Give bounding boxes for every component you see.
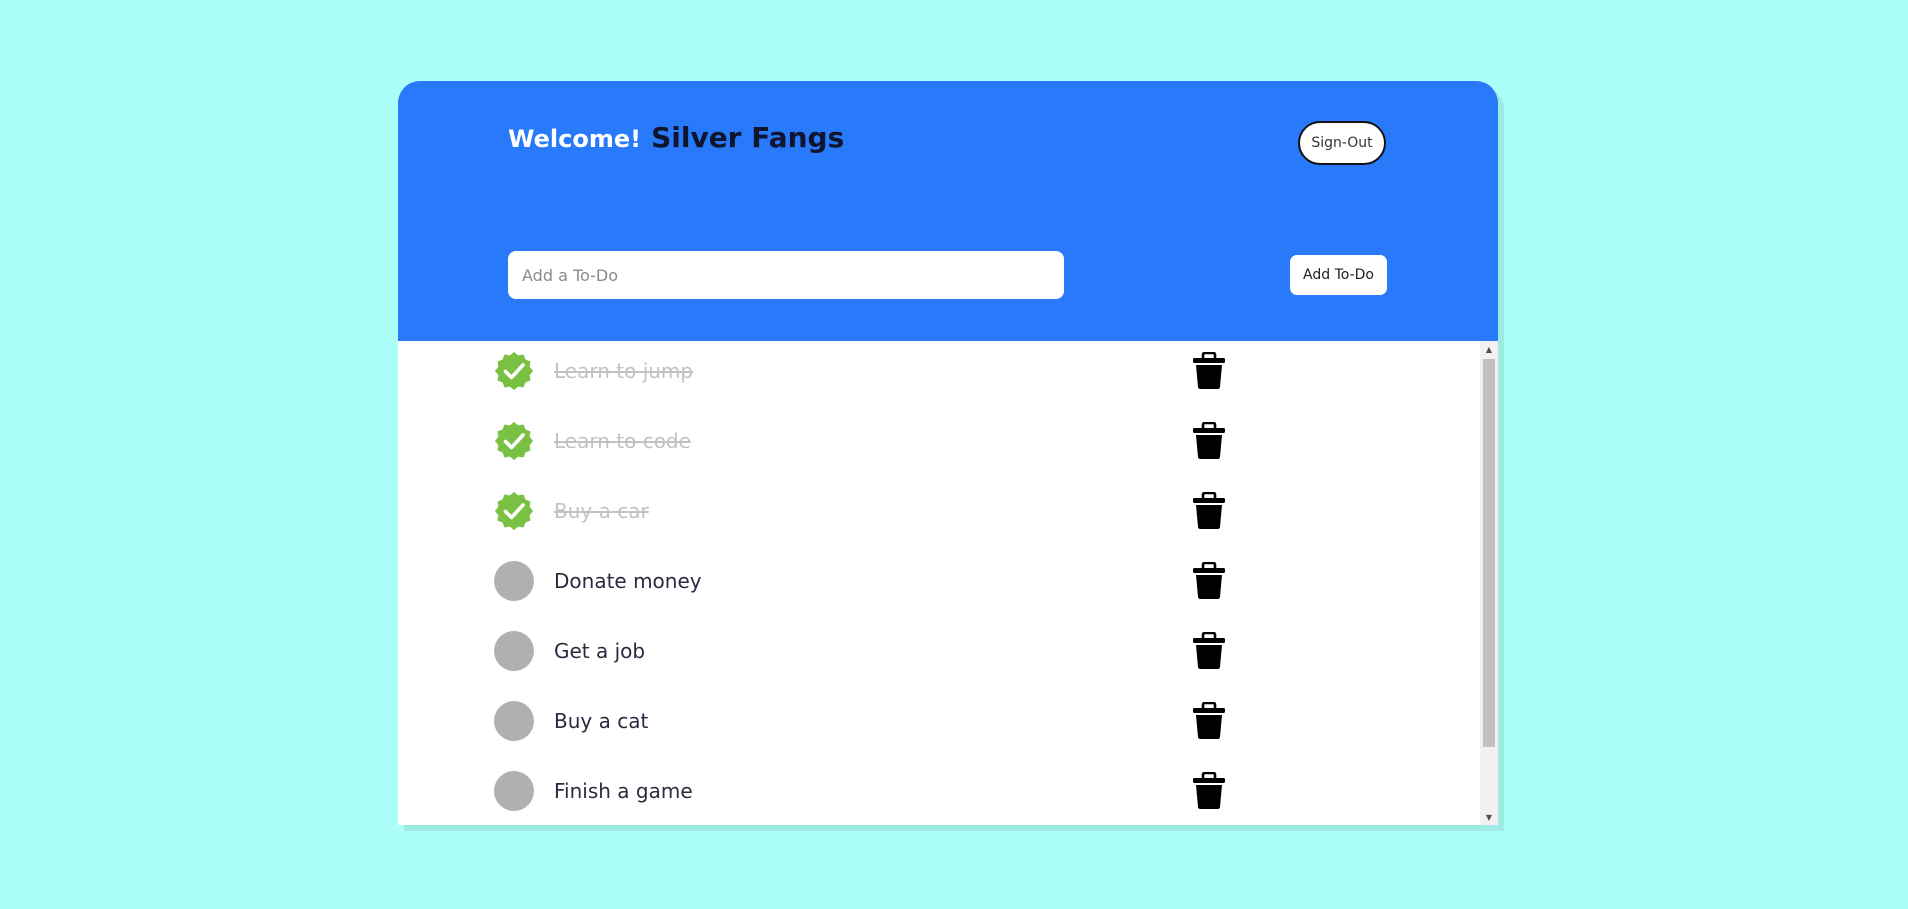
welcome-heading: Welcome! Silver Fangs [508,121,844,154]
todo-item: Learn to jump [398,341,1478,401]
trash-icon[interactable] [1192,631,1226,670]
todo-text: Get a job [554,639,646,663]
todo-item: Finish a game [398,761,1478,821]
add-todo-button[interactable]: Add To-Do [1290,255,1387,295]
check-badge-icon[interactable] [494,421,534,461]
todo-item: Donate money [398,551,1478,611]
scroll-up-arrow-icon[interactable]: ▲ [1480,341,1498,357]
welcome-label: Welcome! [508,125,642,153]
todo-text: Finish a game [554,779,693,803]
todo-text: Learn to code [554,429,691,453]
trash-icon[interactable] [1192,421,1226,460]
scrollbar-thumb[interactable] [1483,359,1495,747]
trash-icon[interactable] [1192,491,1226,530]
todo-text: Donate money [554,569,702,593]
todo-item: Get a job [398,621,1478,681]
todo-list: Learn to jump Learn to code Buy a car Donat… [398,341,1478,825]
header: Welcome! Silver Fangs Sign-Out Add To-Do [398,81,1498,341]
scroll-down-arrow-icon[interactable]: ▼ [1480,809,1498,825]
trash-icon[interactable] [1192,561,1226,600]
sign-out-button[interactable]: Sign-Out [1298,121,1386,165]
username: Silver Fangs [651,121,845,154]
todo-list-area: Learn to jump Learn to code Buy a car Donat… [398,341,1498,825]
circle-icon[interactable] [494,701,534,741]
check-badge-icon[interactable] [494,491,534,531]
check-badge-icon[interactable] [494,351,534,391]
scrollbar[interactable]: ▲ ▼ [1480,341,1498,825]
todo-text: Buy a car [554,499,649,523]
todo-card: Welcome! Silver Fangs Sign-Out Add To-Do… [398,81,1498,825]
todo-item: Buy a car [398,481,1478,541]
circle-icon[interactable] [494,631,534,671]
circle-icon[interactable] [494,771,534,811]
circle-icon[interactable] [494,561,534,601]
todo-text: Buy a cat [554,709,649,733]
todo-item: Learn to code [398,411,1478,471]
todo-text: Learn to jump [554,359,694,383]
add-todo-input[interactable] [508,251,1064,299]
todo-item: Buy a cat [398,691,1478,751]
trash-icon[interactable] [1192,351,1226,390]
trash-icon[interactable] [1192,771,1226,810]
trash-icon[interactable] [1192,701,1226,740]
